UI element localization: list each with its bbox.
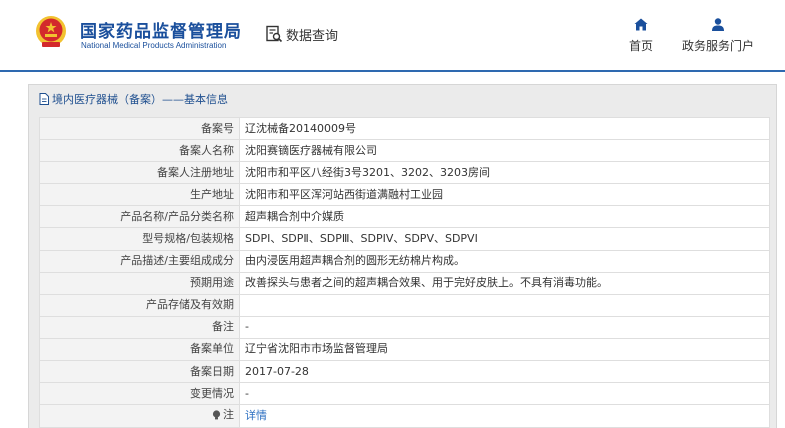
row-value: 辽沈械备20140009号 xyxy=(239,116,770,141)
site-title: 国家药品监督管理局 xyxy=(80,22,242,42)
nav-home-label: 首页 xyxy=(628,39,653,53)
site-header: 国家药品监督管理局 National Medical Products Admi… xyxy=(0,0,785,72)
site-subtitle: National Medical Products Administration xyxy=(81,41,227,50)
row-label: 备注 xyxy=(39,315,240,339)
row-value: SDPⅠ、SDPⅡ、SDPⅢ、SDPIV、SDPⅤ、SDPVI xyxy=(239,227,770,251)
panel-title: 境内医疗器械（备案）——基本信息 xyxy=(39,90,228,108)
table-row: 备案人注册地址 沈阳市和平区八经街3号3201、3202、3203房间 xyxy=(39,161,770,185)
table-row: 备案号 辽沈械备20140009号 xyxy=(39,116,770,141)
table-row: 生产地址 沈阳市和平区浑河站西街道满融村工业园 xyxy=(39,183,770,207)
table-row: 变更情况 - xyxy=(39,382,770,406)
row-value: 改善探头与患者之间的超声耦合效果、用于完好皮肤上。不具有消毒功能。 xyxy=(239,271,770,295)
row-value: - xyxy=(239,315,770,339)
table-row: 产品存储及有效期 xyxy=(39,293,770,317)
info-table: 备案号 辽沈械备20140009号 备案人名称 沈阳赛镝医疗器械有限公司 备案人… xyxy=(39,116,770,428)
row-label: 产品存储及有效期 xyxy=(39,293,240,317)
row-label: 注 xyxy=(223,408,234,422)
nav-gov-label: 政务服务门户 xyxy=(681,39,754,53)
row-value: 沈阳赛镝医疗器械有限公司 xyxy=(239,139,770,163)
nav-gov-portal[interactable]: 政务服务门户 xyxy=(680,18,756,54)
row-label: 产品描述/主要组成成分 xyxy=(39,249,240,273)
row-value: 辽宁省沈阳市市场监督管理局 xyxy=(239,337,770,362)
document-icon xyxy=(39,93,49,105)
row-value xyxy=(239,293,770,317)
table-row: 备案日期 2017-07-28 xyxy=(39,360,770,384)
details-link[interactable]: 详情 xyxy=(239,404,770,428)
row-label: 备案人名称 xyxy=(39,139,240,163)
search-document-icon xyxy=(266,25,283,43)
row-label: 备案人注册地址 xyxy=(39,161,240,185)
row-label: 型号规格/包装规格 xyxy=(39,227,240,251)
row-label: 备案号 xyxy=(39,116,240,141)
data-query-label: 数据查询 xyxy=(286,28,339,44)
row-value: 2017-07-28 xyxy=(239,360,770,384)
table-row: 备注 - xyxy=(39,315,770,339)
table-row: 产品描述/主要组成成分 由内浸医用超声耦合剂的圆形无纺棉片构成。 xyxy=(39,249,770,273)
row-value: - xyxy=(239,382,770,406)
panel-title-text: 境内医疗器械（备案）——基本信息 xyxy=(52,93,228,106)
data-query-link[interactable]: 数据查询 xyxy=(265,24,338,44)
row-label: 产品名称/产品分类名称 xyxy=(39,205,240,229)
table-row: 型号规格/包装规格 SDPⅠ、SDPⅡ、SDPⅢ、SDPIV、SDPⅤ、SDPV… xyxy=(39,227,770,251)
user-icon xyxy=(712,18,724,31)
national-emblem-icon xyxy=(36,16,66,47)
row-value: 由内浸医用超声耦合剂的圆形无纺棉片构成。 xyxy=(239,249,770,273)
row-label: 备案日期 xyxy=(39,360,240,384)
row-label: 预期用途 xyxy=(39,271,240,295)
row-value: 沈阳市和平区八经街3号3201、3202、3203房间 xyxy=(239,161,770,185)
row-label: 备案单位 xyxy=(39,337,240,362)
row-label: 变更情况 xyxy=(39,382,240,406)
row-value: 沈阳市和平区浑河站西街道满融村工业园 xyxy=(239,183,770,207)
row-value: 超声耦合剂中介媒质 xyxy=(239,205,770,229)
table-row: 注 详情 xyxy=(39,404,770,428)
table-row: 产品名称/产品分类名称 超声耦合剂中介媒质 xyxy=(39,205,770,229)
info-bulb-icon xyxy=(212,410,221,420)
nav-home[interactable]: 首页 xyxy=(627,18,655,54)
home-icon xyxy=(634,18,648,31)
table-row: 预期用途 改善探头与患者之间的超声耦合效果、用于完好皮肤上。不具有消毒功能。 xyxy=(39,271,770,295)
note-label-cell: 注 xyxy=(39,404,240,428)
row-label: 生产地址 xyxy=(39,183,240,207)
table-row: 备案单位 辽宁省沈阳市市场监督管理局 xyxy=(39,337,770,362)
table-row: 备案人名称 沈阳赛镝医疗器械有限公司 xyxy=(39,139,770,163)
